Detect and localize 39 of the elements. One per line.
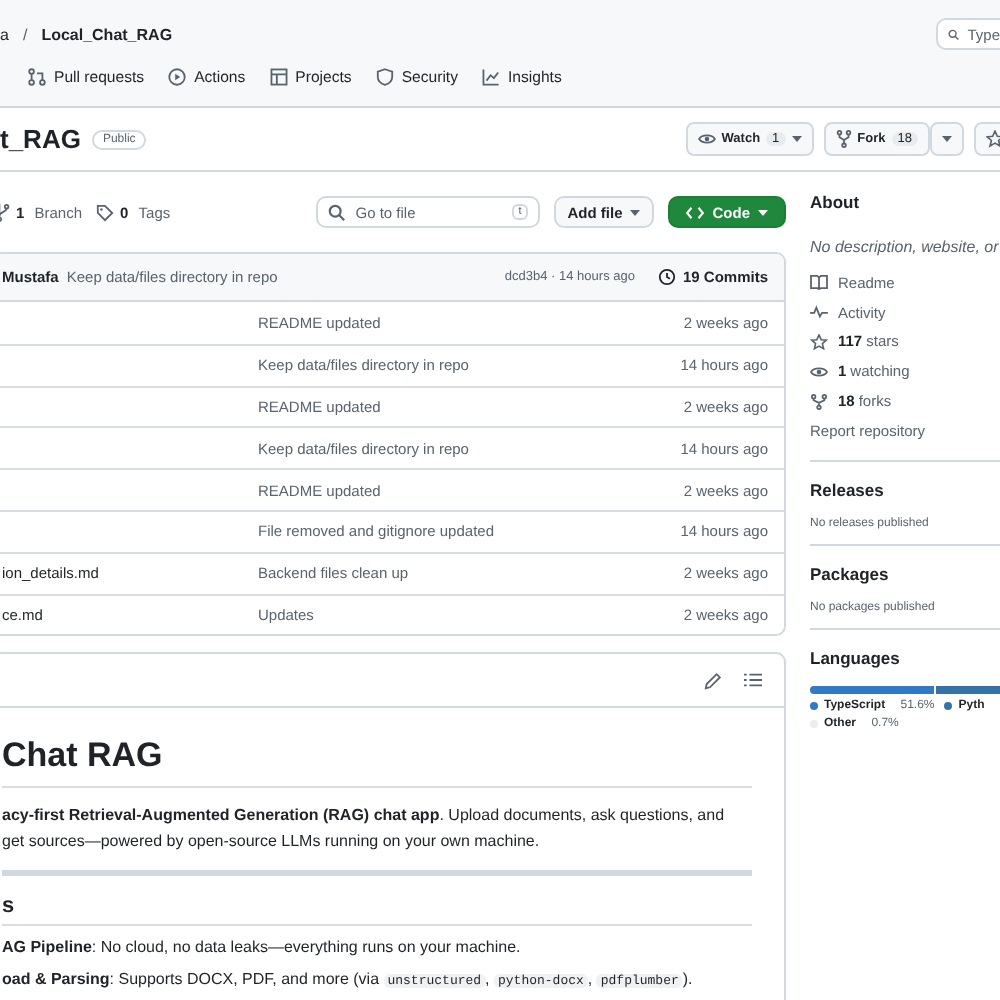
feature-item: AG Pipeline: No cloud, no data leaks—everything runs on your machine. xyxy=(2,938,523,959)
breadcrumb-separator: / xyxy=(22,25,28,43)
breadcrumb-owner[interactable]: a xyxy=(0,25,9,43)
fork-icon xyxy=(810,393,828,410)
fork-dropdown-button[interactable] xyxy=(930,122,964,156)
eye-icon xyxy=(697,132,716,146)
about-heading: About xyxy=(810,192,862,212)
readme-title: Chat RAG xyxy=(2,736,752,789)
star-icon xyxy=(986,130,1000,148)
tag-icon xyxy=(96,203,115,221)
caret-icon xyxy=(942,136,952,142)
play-icon xyxy=(168,68,187,86)
pull-request-icon xyxy=(28,68,46,86)
about-description: No description, website, or xyxy=(810,238,1000,256)
packages-heading: Packages xyxy=(810,563,891,584)
list-icon[interactable] xyxy=(744,672,762,689)
history-icon xyxy=(658,268,677,286)
pulse-icon xyxy=(810,304,828,321)
releases-heading: Releases xyxy=(810,479,886,500)
book-icon xyxy=(810,274,828,291)
table-icon xyxy=(269,68,288,86)
star-icon xyxy=(810,333,828,350)
readme-intro: acy-first Retrieval-Augmented Generation (RAG) chat app. Upload documents, ask questions, and get sources—powered by open-source LLMs running on your own machine. xyxy=(2,804,727,855)
fork-icon xyxy=(835,130,852,148)
eye-icon xyxy=(810,363,828,380)
branch-icon xyxy=(0,203,10,221)
pencil-icon[interactable] xyxy=(704,671,722,690)
section-heading: s xyxy=(2,894,752,927)
caret-icon xyxy=(758,209,768,215)
caret-icon xyxy=(791,136,802,142)
languages-heading: Languages xyxy=(810,647,902,668)
shield-icon xyxy=(375,68,394,86)
search-icon xyxy=(327,203,346,221)
caret-icon xyxy=(630,209,641,215)
breadcrumb-repo[interactable]: Local_Chat_RAG xyxy=(41,25,173,43)
search-icon xyxy=(948,25,960,43)
code-icon xyxy=(686,205,705,219)
repo-name[interactable]: t_RAG xyxy=(0,124,81,154)
graph-icon xyxy=(482,68,500,86)
